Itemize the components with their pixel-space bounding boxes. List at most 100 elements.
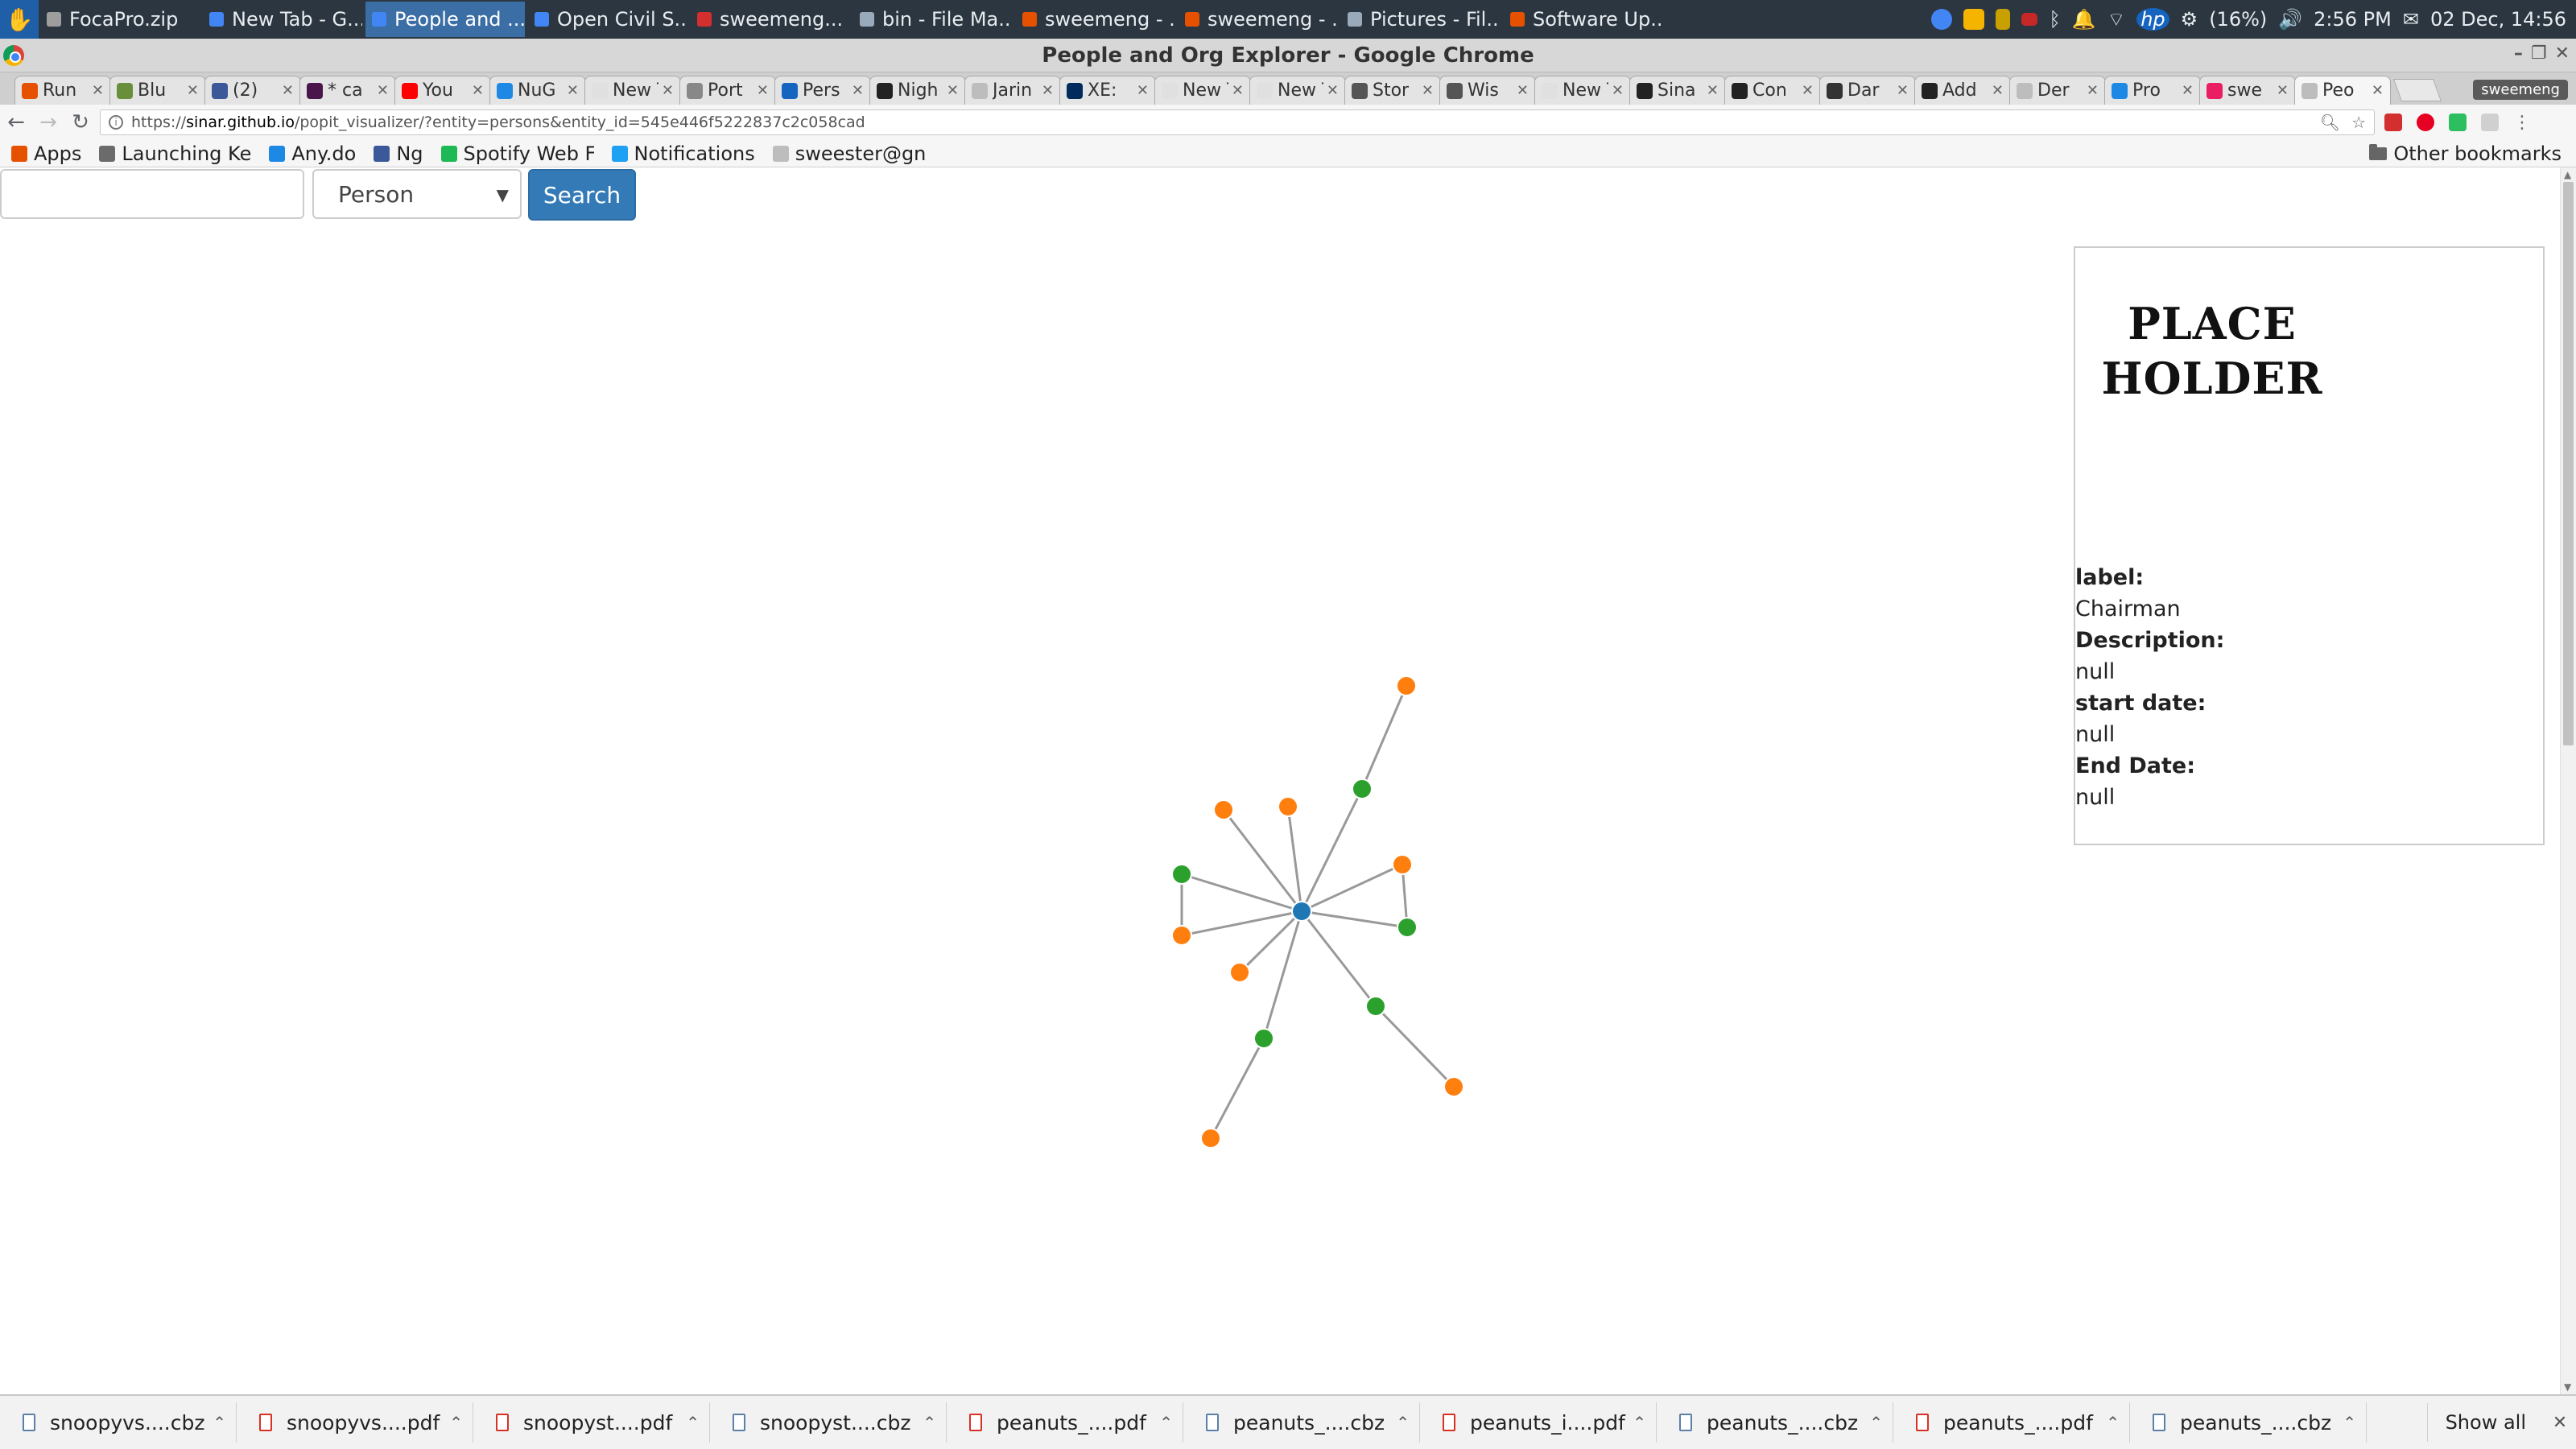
browser-tab[interactable]: Port ✕ <box>679 76 776 105</box>
os-menu-icon[interactable]: ✋ <box>0 0 39 39</box>
other-bookmarks-folder[interactable]: Other bookmarks <box>2369 142 2562 165</box>
graph-node-organization[interactable] <box>1443 1076 1464 1097</box>
browser-tab[interactable]: Nigh ✕ <box>869 76 966 105</box>
close-tab-icon[interactable]: ✕ <box>662 82 674 99</box>
chevron-up-icon[interactable]: ⌃ <box>449 1413 463 1432</box>
taskbar-item[interactable]: Open Civil S... <box>528 2 687 37</box>
bookmark-item[interactable]: sweester@gn <box>772 142 926 165</box>
chrome-tray-icon[interactable] <box>1931 9 1953 30</box>
chevron-up-icon[interactable]: ⌃ <box>1869 1413 1883 1432</box>
clipboard-tray-icon[interactable] <box>1996 9 2011 30</box>
browser-tab[interactable]: * ca ✕ <box>299 76 396 105</box>
pinterest-extension-icon[interactable] <box>2417 114 2434 131</box>
browser-tab[interactable]: XE: ✕ <box>1059 76 1156 105</box>
close-tab-icon[interactable]: ✕ <box>2182 82 2194 99</box>
bookmark-star-icon[interactable]: ☆ <box>2351 113 2366 132</box>
graph-node-organization[interactable] <box>1278 796 1298 817</box>
browser-tab[interactable]: Stor ✕ <box>1344 76 1441 105</box>
taskbar-item[interactable]: sweemeng - ... <box>1179 2 1338 37</box>
forward-arrow-icon[interactable]: → <box>32 106 64 138</box>
browser-tab[interactable]: Pro ✕ <box>2104 76 2201 105</box>
entity-type-select[interactable]: Person ▼ <box>312 169 522 219</box>
browser-tab[interactable]: New T✕ <box>1249 76 1346 105</box>
battery-level[interactable]: (16%) <box>2209 8 2267 31</box>
download-item[interactable]: peanuts_....pdf ⌃ <box>947 1402 1183 1443</box>
browser-tab[interactable]: Add ✕ <box>1914 76 2011 105</box>
download-item[interactable]: peanuts_....cbz ⌃ <box>1657 1402 1893 1443</box>
taskbar-item[interactable]: Pictures - Fil... <box>1341 2 1501 37</box>
volume-icon[interactable]: 🔊 <box>2278 8 2302 31</box>
download-item[interactable]: peanuts_....cbz ⌃ <box>1183 1402 1420 1443</box>
download-item[interactable]: peanuts_i....pdf ⌃ <box>1420 1402 1657 1443</box>
close-tab-icon[interactable]: ✕ <box>92 82 104 99</box>
search-button[interactable]: Search <box>528 169 636 221</box>
close-tab-icon[interactable]: ✕ <box>1137 82 1149 99</box>
graph-node-organization[interactable] <box>1229 962 1250 983</box>
taskbar-item[interactable]: sweemeng... <box>691 2 850 37</box>
scroll-down-icon[interactable]: ▼ <box>2564 1381 2571 1393</box>
reload-icon[interactable]: ↻ <box>64 106 97 138</box>
zoom-icon[interactable]: 🔍︎ <box>2320 113 2340 132</box>
bookmark-item[interactable]: Notifications <box>611 142 755 165</box>
chevron-up-icon[interactable]: ⌃ <box>2106 1413 2120 1432</box>
close-tab-icon[interactable]: ✕ <box>1232 82 1244 99</box>
browser-tab[interactable]: New T✕ <box>1154 76 1251 105</box>
bookmark-item[interactable]: Launching Ke <box>99 142 251 165</box>
pocket-extension-icon[interactable] <box>2481 114 2499 131</box>
graph-node-membership[interactable] <box>1365 996 1386 1017</box>
close-tab-icon[interactable]: ✕ <box>947 82 959 99</box>
close-shelf-icon[interactable]: ✕ <box>2544 1413 2576 1433</box>
scroll-thumb[interactable] <box>2563 182 2574 745</box>
close-tab-icon[interactable]: ✕ <box>1422 82 1434 99</box>
graph-node-organization[interactable] <box>1213 799 1234 820</box>
download-item[interactable]: snoopyst....cbz ⌃ <box>710 1402 947 1443</box>
chevron-up-icon[interactable]: ⌃ <box>1396 1413 1410 1432</box>
profile-button[interactable]: sweemeng <box>2473 80 2568 100</box>
hp-printer-icon[interactable]: hp <box>2136 8 2169 31</box>
browser-tab[interactable]: Con ✕ <box>1724 76 1821 105</box>
download-item[interactable]: peanuts_....cbz ⌃ <box>2130 1402 2367 1443</box>
browser-tab[interactable]: Run ✕ <box>14 76 111 105</box>
close-tab-icon[interactable]: ✕ <box>1802 82 1814 99</box>
clock-date[interactable]: 02 Dec, 14:56 <box>2430 8 2566 31</box>
close-tab-icon[interactable]: ✕ <box>282 82 294 99</box>
download-item[interactable]: snoopyvs....cbz ⌃ <box>0 1402 237 1443</box>
browser-tab[interactable]: Wis ✕ <box>1439 76 1536 105</box>
maximize-icon[interactable]: ❐ <box>2531 43 2547 64</box>
browser-tab[interactable]: Dar ✕ <box>1819 76 1916 105</box>
close-tab-icon[interactable]: ✕ <box>757 82 769 99</box>
battery-monitor-icon[interactable] <box>2021 13 2038 26</box>
notification-bell-icon[interactable]: 🔔 <box>2072 8 2096 31</box>
scroll-up-icon[interactable]: ▲ <box>2564 169 2571 180</box>
graph-node-membership[interactable] <box>1352 778 1373 799</box>
chevron-up-icon[interactable]: ⌃ <box>1633 1413 1646 1432</box>
address-bar[interactable]: i https://sinar.github.io/popit_visualiz… <box>100 109 2375 135</box>
close-tab-icon[interactable]: ✕ <box>1327 82 1339 99</box>
page-scrollbar[interactable]: ▲ ▼ <box>2560 167 2576 1394</box>
close-tab-icon[interactable]: ✕ <box>567 82 579 99</box>
browser-tab[interactable]: Peo ✕ <box>2294 76 2391 105</box>
back-arrow-icon[interactable]: ← <box>0 106 32 138</box>
download-item[interactable]: peanuts_....pdf ⌃ <box>1893 1402 2130 1443</box>
clock-time[interactable]: 2:56 PM <box>2314 8 2392 31</box>
graph-node-organization[interactable] <box>1392 854 1413 875</box>
browser-tab[interactable]: Pers ✕ <box>774 76 871 105</box>
close-window-icon[interactable]: ✕ <box>2555 43 2570 64</box>
browser-tab[interactable]: Blu ✕ <box>109 76 206 105</box>
chevron-up-icon[interactable]: ⌃ <box>2343 1413 2356 1432</box>
download-item[interactable]: snoopyst....pdf ⌃ <box>473 1402 710 1443</box>
wifi-icon[interactable]: ⌔ <box>2107 7 2126 31</box>
close-tab-icon[interactable]: ✕ <box>2277 82 2289 99</box>
graph-node-membership[interactable] <box>1253 1028 1274 1049</box>
bluetooth-icon[interactable]: ᛒ <box>2049 8 2060 31</box>
graph-node-organization[interactable] <box>1396 675 1417 696</box>
lastpass-extension-icon[interactable] <box>2384 114 2402 131</box>
bookmark-item[interactable]: Ng <box>374 142 423 165</box>
close-tab-icon[interactable]: ✕ <box>1897 82 1909 99</box>
url-text[interactable]: https://sinar.github.io/popit_visualizer… <box>131 114 865 131</box>
close-tab-icon[interactable]: ✕ <box>852 82 864 99</box>
graph-node-membership[interactable] <box>1397 917 1418 938</box>
chevron-up-icon[interactable]: ⌃ <box>686 1413 700 1432</box>
site-info-icon[interactable]: i <box>109 115 123 130</box>
chevron-up-icon[interactable]: ⌃ <box>213 1413 226 1432</box>
